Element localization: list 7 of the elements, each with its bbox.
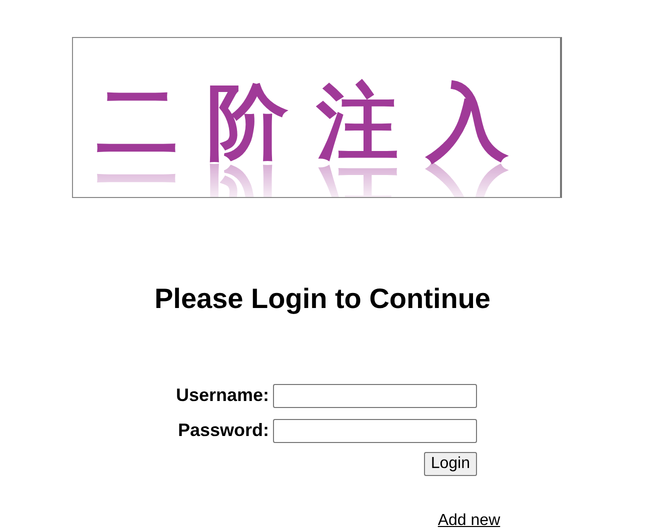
input-field[interactable] <box>273 384 477 408</box>
input-field[interactable] <box>273 418 477 442</box>
page-heading: Please Login to Continue <box>154 282 490 316</box>
field-label: Username: <box>176 384 269 407</box>
login-button[interactable]: Login <box>424 452 477 476</box>
add-new-link[interactable]: Add new <box>438 509 500 531</box>
field-label: Password: <box>178 419 269 442</box>
